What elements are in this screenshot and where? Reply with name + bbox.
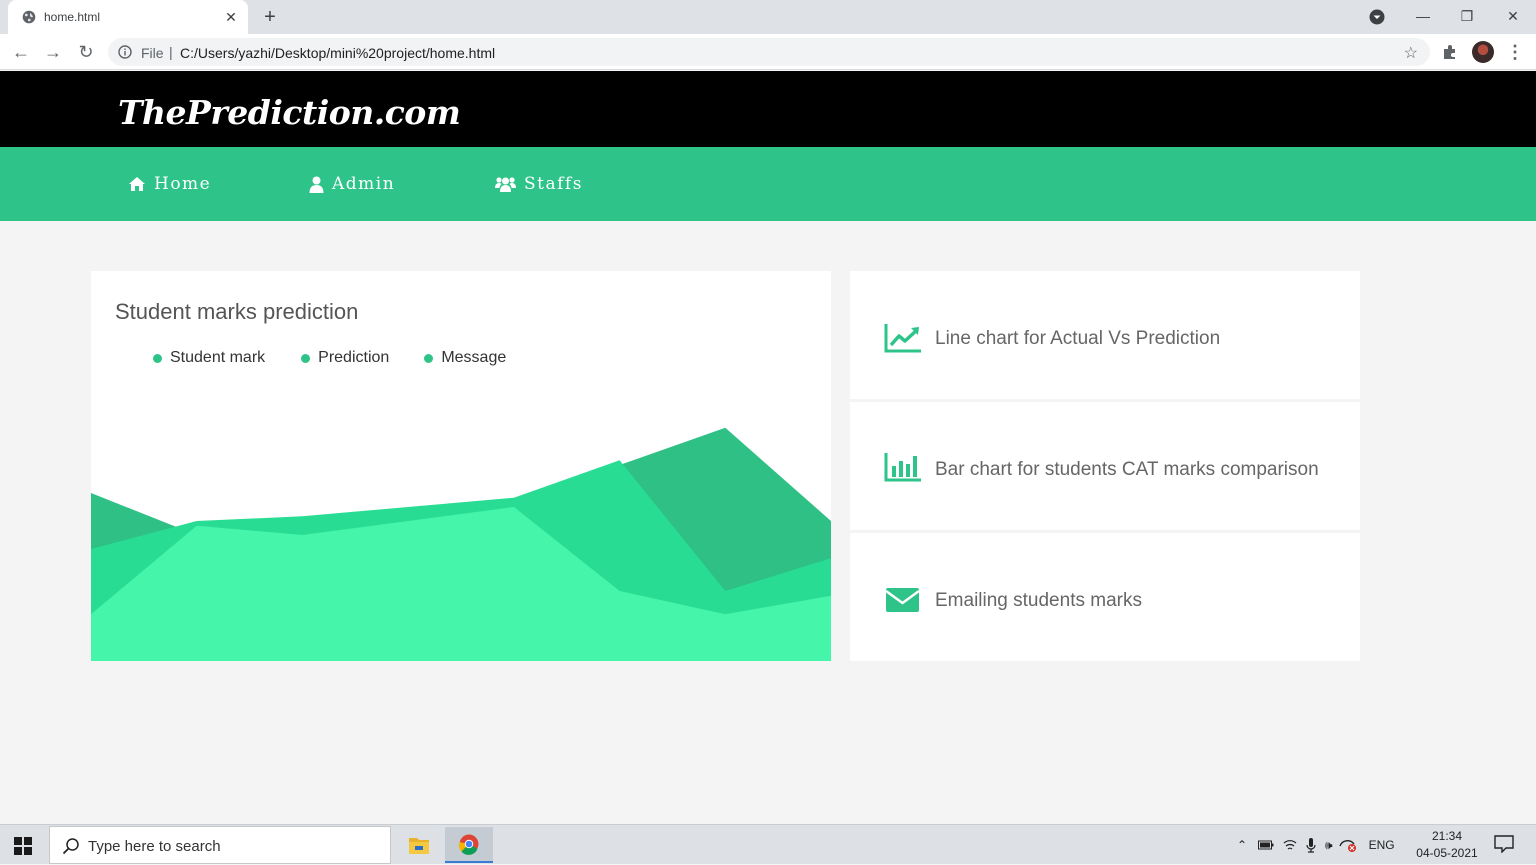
search-icon xyxy=(62,838,79,855)
email-link-card[interactable]: Emailing students marks xyxy=(850,533,1360,661)
legend-item-message: Message xyxy=(424,349,506,367)
browser-toolbar: ← → ↻ File | C:/Users/yazhi/Desktop/mini… xyxy=(0,34,1536,70)
nav-home[interactable]: Home xyxy=(128,171,211,197)
nav-home-label: Home xyxy=(154,174,212,194)
clock-date: 04-05-2021 xyxy=(1416,846,1478,860)
bookmark-star-icon[interactable]: ☆ xyxy=(1404,43,1418,63)
line-chart-link-card[interactable]: Line chart for Actual Vs Prediction xyxy=(850,271,1360,399)
legend-item-student-mark: Student mark xyxy=(153,349,265,367)
legend-dot xyxy=(153,353,162,363)
bar-chart-link-label: Bar chart for students CAT marks compari… xyxy=(935,459,1319,480)
area-chart xyxy=(91,427,831,661)
legend-dot xyxy=(424,353,434,363)
address-separator: | xyxy=(169,44,173,60)
reload-icon[interactable]: ↻ xyxy=(75,41,97,63)
line-chart-icon xyxy=(884,324,921,353)
bar-chart-link-card[interactable]: Bar chart for students CAT marks compari… xyxy=(850,402,1360,530)
line-chart-link-label: Line chart for Actual Vs Prediction xyxy=(935,328,1221,349)
user-icon xyxy=(309,176,324,193)
site-header: ThePrediction.com xyxy=(0,71,1536,147)
tab-title: home.html xyxy=(44,10,101,24)
volume-icon[interactable]: 🕪 xyxy=(1325,838,1333,853)
info-icon[interactable] xyxy=(118,45,132,59)
file-scheme-label: File xyxy=(141,45,164,61)
minimize-button[interactable]: — xyxy=(1408,4,1438,28)
url-text[interactable]: C:/Users/yazhi/Desktop/mini%20project/ho… xyxy=(180,45,495,61)
site-logo[interactable]: ThePrediction.com xyxy=(118,93,461,132)
legend-item-prediction: Prediction xyxy=(301,349,389,367)
restore-button[interactable]: ❐ xyxy=(1452,4,1482,28)
tab-search-icon[interactable] xyxy=(1368,8,1386,26)
new-tab-button[interactable]: + xyxy=(258,6,282,28)
legend-label: Prediction xyxy=(318,349,390,366)
address-bar[interactable]: File | C:/Users/yazhi/Desktop/mini%20pro… xyxy=(108,38,1430,66)
search-placeholder: Type here to search xyxy=(88,838,221,855)
tab-close-icon[interactable]: ✕ xyxy=(222,8,240,26)
browser-tab-strip: home.html ✕ + — ❐ ✕ xyxy=(0,0,1536,34)
network-status-icon[interactable] xyxy=(1338,838,1357,852)
prediction-chart-card: Student marks prediction Student mark Pr… xyxy=(91,271,831,661)
taskbar-search-input[interactable]: Type here to search xyxy=(49,826,391,864)
users-icon xyxy=(495,176,516,192)
email-link-label: Emailing students marks xyxy=(935,590,1142,611)
taskbar-clock[interactable]: 21:34 04-05-2021 xyxy=(1414,828,1480,862)
close-window-button[interactable]: ✕ xyxy=(1498,4,1528,28)
nav-admin[interactable]: Admin xyxy=(309,171,395,197)
globe-icon xyxy=(22,10,36,24)
legend-label: Message xyxy=(441,349,507,366)
browser-menu-icon[interactable]: ⋮ xyxy=(1506,40,1524,64)
nav-staffs[interactable]: Staffs xyxy=(495,171,583,197)
chart-legend: Student mark Prediction Message xyxy=(153,349,506,367)
windows-start-icon[interactable] xyxy=(14,837,32,855)
wifi-icon[interactable] xyxy=(1283,838,1297,852)
nav-staffs-label: Staffs xyxy=(524,174,583,194)
nav-admin-label: Admin xyxy=(332,174,396,194)
windows-taskbar: Type here to search ⌃ 🕪 ENG 21:34 04-05-… xyxy=(0,824,1536,864)
envelope-icon xyxy=(885,588,920,612)
bar-chart-icon xyxy=(884,453,921,482)
legend-label: Student mark xyxy=(170,349,266,366)
main-navbar: Home Admin Staffs xyxy=(0,147,1536,221)
chart-card-title: Student marks prediction xyxy=(115,299,359,324)
input-language[interactable]: ENG xyxy=(1369,838,1395,852)
profile-avatar[interactable] xyxy=(1472,41,1494,63)
chrome-taskbar-icon[interactable] xyxy=(445,827,493,863)
file-explorer-icon[interactable] xyxy=(395,827,443,863)
extensions-puzzle-icon[interactable] xyxy=(1440,42,1460,62)
forward-icon[interactable]: → xyxy=(42,41,64,63)
system-tray: ⌃ 🕪 ENG xyxy=(1234,825,1395,865)
show-hidden-icons-chevron-icon[interactable]: ⌃ xyxy=(1234,838,1250,852)
microphone-icon[interactable] xyxy=(1306,837,1316,853)
battery-icon[interactable] xyxy=(1258,839,1274,851)
back-icon[interactable]: ← xyxy=(10,41,32,63)
clock-time: 21:34 xyxy=(1431,829,1463,843)
notifications-icon[interactable] xyxy=(1494,835,1514,853)
browser-tab[interactable]: home.html ✕ xyxy=(8,0,248,34)
home-icon xyxy=(129,177,145,191)
legend-dot xyxy=(301,353,311,363)
